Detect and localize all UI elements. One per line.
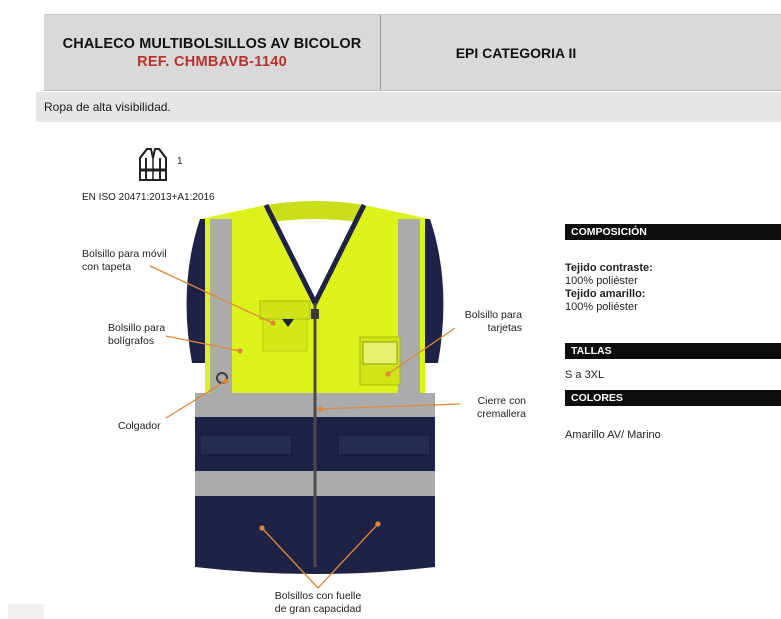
callout-zipper-line2: cremallera — [476, 408, 526, 420]
callout-zipper: Cierre con cremallera — [462, 395, 526, 421]
callout-zipper-line1: Cierre con — [477, 395, 526, 407]
yellow-fabric-value: 100% poliéster — [565, 301, 638, 313]
callout-leader-lines — [149, 265, 461, 589]
composition-title: COMPOSICIÓN — [571, 226, 647, 238]
callout-bellows-pockets-line2: de gran capacidad — [274, 603, 362, 615]
callout-phone-pocket: Bolsillo para móvil con tapeta — [82, 248, 167, 274]
callout-card-pocket-line2: tarjetas — [487, 322, 522, 334]
composition-header: COMPOSICIÓN — [565, 224, 781, 240]
callout-pen-pocket-line2: bolígrafos — [108, 335, 155, 347]
colors-header: COLORES — [565, 390, 781, 406]
contrast-fabric-label: Tejido contraste: — [565, 262, 653, 274]
callout-hanger: Colgador — [118, 420, 161, 432]
scan-artifact — [8, 604, 44, 619]
callout-pen-pocket-line1: Bolsillo para — [108, 322, 166, 334]
callout-bellows-pockets-line1: Bolsillos con fuelle — [274, 590, 362, 602]
colors-value: Amarillo AV/ Marino — [565, 429, 661, 441]
callout-phone-pocket-line1: Bolsillo para móvil — [82, 248, 167, 260]
yellow-fabric-label: Tejido amarillo: — [565, 288, 646, 300]
sizes-title: TALLAS — [571, 345, 612, 357]
sizes-value: S a 3XL — [565, 369, 605, 381]
callout-pen-pocket: Bolsillo para bolígrafos — [108, 322, 165, 348]
callout-bellows-pockets: Bolsillos con fuelle de gran capacidad — [262, 590, 374, 616]
callout-card-pocket: Bolsillo para tarjetas — [458, 309, 522, 335]
sizes-header: TALLAS — [565, 343, 781, 359]
contrast-fabric-value: 100% poliéster — [565, 275, 638, 287]
callout-card-pocket-line1: Bolsillo para — [464, 309, 522, 321]
callout-phone-pocket-line2: con tapeta — [82, 261, 132, 273]
composition-details: Tejido contraste: 100% poliéster Tejido … — [565, 262, 653, 314]
colors-title: COLORES — [571, 392, 623, 404]
